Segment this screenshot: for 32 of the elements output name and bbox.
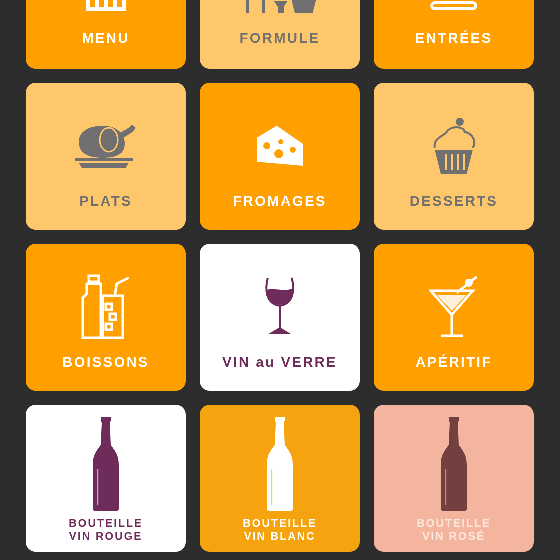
bottle-icon [441, 417, 467, 511]
category-tile[interactable]: BOUTEILLE VIN ROUGE [26, 405, 186, 552]
tile-label: BOUTEILLE VIN ROUGE [68, 518, 144, 544]
bottle-icon [267, 417, 293, 511]
tile-label: DESSERTS [410, 193, 498, 209]
tile-label: FROMAGES [233, 193, 327, 209]
roast-chicken-icon [75, 122, 137, 170]
cocktail-icon [429, 275, 479, 339]
tile-label: ENTRÉES [415, 30, 493, 46]
tile-label: PLATS [80, 193, 132, 209]
category-tile[interactable]: APÉRITIF [374, 244, 534, 391]
category-tile[interactable]: MENU [26, 0, 186, 69]
cheese-icon [255, 124, 305, 168]
drinks-icon [81, 274, 131, 340]
tile-label: FORMULE [240, 30, 320, 46]
tile-label: BOUTEILLE VIN ROSÉ [416, 518, 492, 544]
tile-label: BOUTEILLE VIN BLANC [242, 518, 318, 544]
category-tile[interactable]: PLATS [26, 83, 186, 230]
category-tile[interactable]: VIN au VERRE [200, 244, 360, 391]
category-tile[interactable]: ENTRÉES [374, 0, 534, 69]
tile-label: MENU [82, 30, 130, 46]
category-tile[interactable]: BOUTEILLE VIN ROSÉ [374, 405, 534, 552]
category-tile[interactable]: FROMAGES [200, 83, 360, 230]
category-tile[interactable]: BOUTEILLE VIN BLANC [200, 405, 360, 552]
cupcake-icon [432, 116, 476, 176]
tile-label: BOISSONS [62, 354, 150, 370]
bottle-icon [93, 417, 119, 511]
category-tile[interactable]: BOISSONS [26, 244, 186, 391]
category-tile[interactable]: FORMULE [200, 0, 360, 69]
category-tile[interactable]: DESSERTS [374, 83, 534, 230]
tile-label: APÉRITIF [416, 354, 492, 370]
tile-label: VIN au VERRE [222, 354, 338, 370]
